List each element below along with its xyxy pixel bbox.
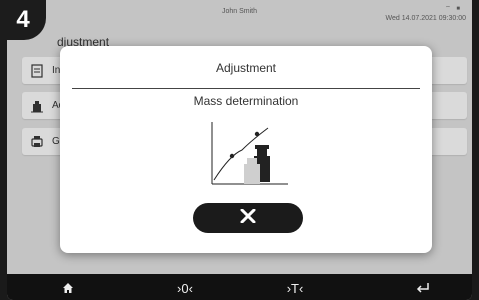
dialog-title: Adjustment (215, 61, 277, 75)
status-user: John Smith (221, 8, 258, 15)
tare-button[interactable]: ›T‹ (277, 279, 313, 297)
mass-curve-icon (210, 120, 290, 190)
zero-button[interactable]: ›0‹ (167, 279, 203, 297)
status-icons: ⌔ ■ (445, 4, 462, 12)
dialog-divider (72, 88, 420, 89)
dialog-subtitle: Mass determination (193, 94, 299, 108)
wifi-icon: ⌔ (445, 6, 453, 12)
adjustment-dialog: Adjustment Mass determination (60, 46, 432, 253)
step-badge: 4 (0, 0, 46, 40)
close-icon (239, 208, 257, 228)
cancel-button[interactable] (193, 203, 303, 233)
battery-icon: ■ (456, 6, 462, 12)
status-bar: John Smith ⌔ ■ Wed 14.07.2021 09:30:00 (7, 0, 472, 24)
home-icon[interactable] (57, 279, 79, 297)
bottom-bar: ›0‹ ›T‹ (7, 274, 472, 300)
status-datetime: Wed 14.07.2021 09:30:00 (385, 15, 466, 22)
enter-icon[interactable] (412, 279, 434, 297)
